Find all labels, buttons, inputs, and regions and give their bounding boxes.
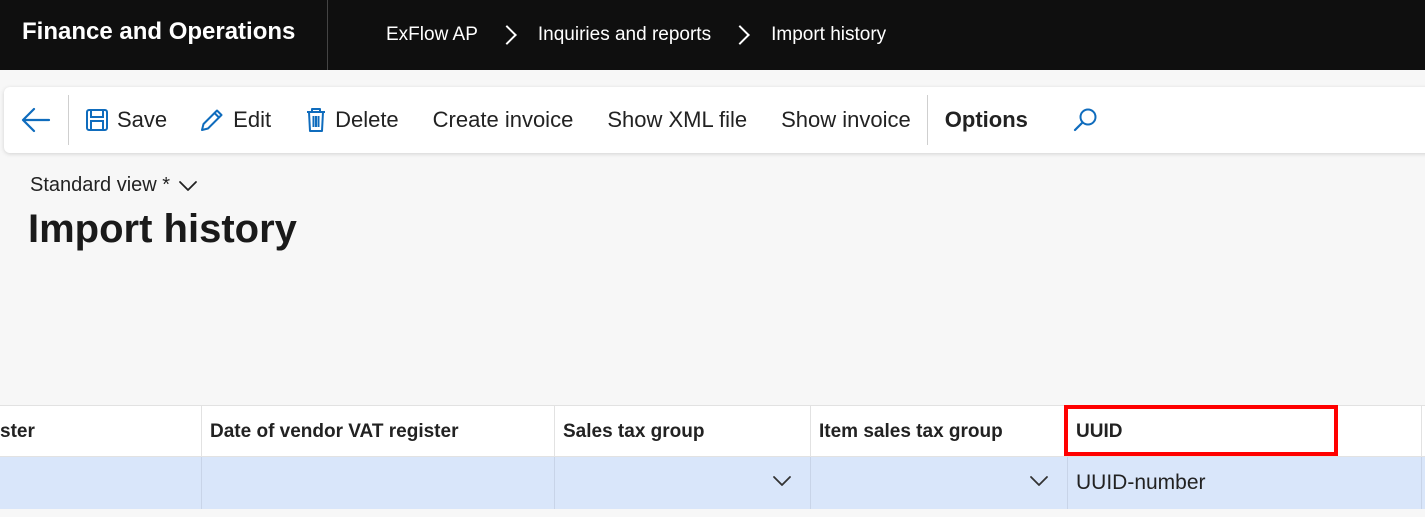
toolbar-separator [926,95,928,145]
create-invoice-button[interactable]: Create invoice [433,87,574,153]
view-name: Standard view * [30,174,171,196]
app-title[interactable]: Finance and Operations [22,18,295,46]
breadcrumb-item-import-history[interactable]: Import history [771,24,886,46]
pencil-icon [201,109,223,131]
uuid-highlight-box [1064,405,1338,456]
chevron-right-icon [496,25,517,45]
delete-button[interactable]: Delete [305,87,399,153]
edit-label: Edit [233,107,272,132]
chevron-down-icon [179,180,197,191]
delete-label: Delete [335,107,399,132]
trash-icon [307,108,326,132]
cell-date-of-vendor-vat-register[interactable] [202,457,555,509]
back-button[interactable] [4,87,68,153]
cell-sales-tax-group[interactable] [555,457,811,509]
view-selector[interactable]: Standard view * [30,174,198,197]
show-xml-file-button[interactable]: Show XML file [607,87,747,153]
chevron-down-icon[interactable] [1029,474,1049,488]
column-header-date-of-vendor-vat-register[interactable]: Date of vendor VAT register [202,406,555,457]
cell-vat-register[interactable] [0,457,202,509]
back-arrow-icon [21,107,51,133]
search-button[interactable] [1072,87,1106,153]
save-icon [86,109,108,131]
page-title: Import history [28,207,297,251]
column-header-sales-tax-group[interactable]: Sales tax group [555,406,811,457]
table-row[interactable]: UUID-number [0,457,1425,509]
cell-uuid[interactable]: UUID-number [1068,457,1422,509]
column-header-item-sales-tax-group[interactable]: Item sales tax group [811,406,1068,457]
breadcrumb-item-inquiries-and-reports[interactable]: Inquiries and reports [538,24,711,46]
cell-item-sales-tax-group[interactable] [811,457,1068,509]
breadcrumb: ExFlow AP Inquiries and reports Import h… [386,22,886,48]
data-grid: ster Date of vendor VAT register Sales t… [0,405,1425,517]
chevron-right-icon [730,25,750,45]
top-bar: Finance and Operations ExFlow AP Inquiri… [0,0,1425,70]
show-invoice-button[interactable]: Show invoice [781,87,911,153]
action-toolbar: Save Edit Delete Create invoice Show XML… [4,87,1425,153]
edit-button[interactable]: Edit [199,87,271,153]
options-button[interactable]: Options [945,87,1028,153]
breadcrumb-item-exflow-ap[interactable]: ExFlow AP [386,24,478,46]
save-label: Save [117,107,168,132]
chevron-down-icon[interactable] [772,474,792,488]
toolbar-separator [68,95,69,145]
save-button[interactable]: Save [85,87,167,153]
column-header-vat-register[interactable]: ster [0,406,202,457]
topbar-divider [327,0,328,70]
search-icon [1073,108,1097,132]
